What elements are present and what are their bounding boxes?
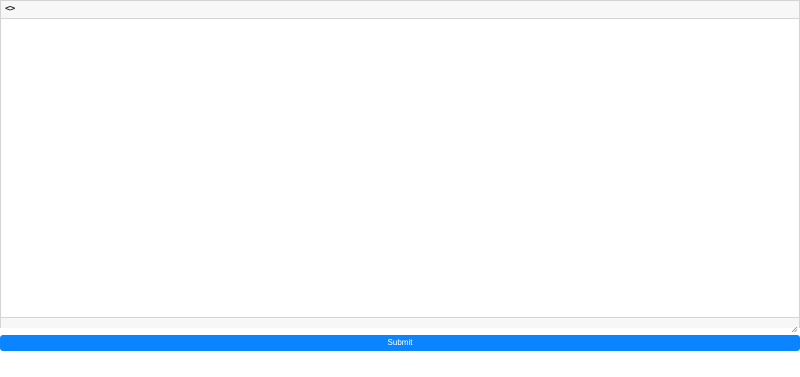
editor-statusbar xyxy=(1,317,799,333)
resize-grip-icon[interactable] xyxy=(790,320,798,333)
rich-text-editor: <> xyxy=(0,0,800,333)
editor-content-area[interactable] xyxy=(1,19,799,317)
editor-toolbar: <> xyxy=(1,1,799,19)
source-code-toggle-button[interactable]: <> xyxy=(5,2,15,17)
submit-button[interactable]: Submit xyxy=(0,335,800,351)
